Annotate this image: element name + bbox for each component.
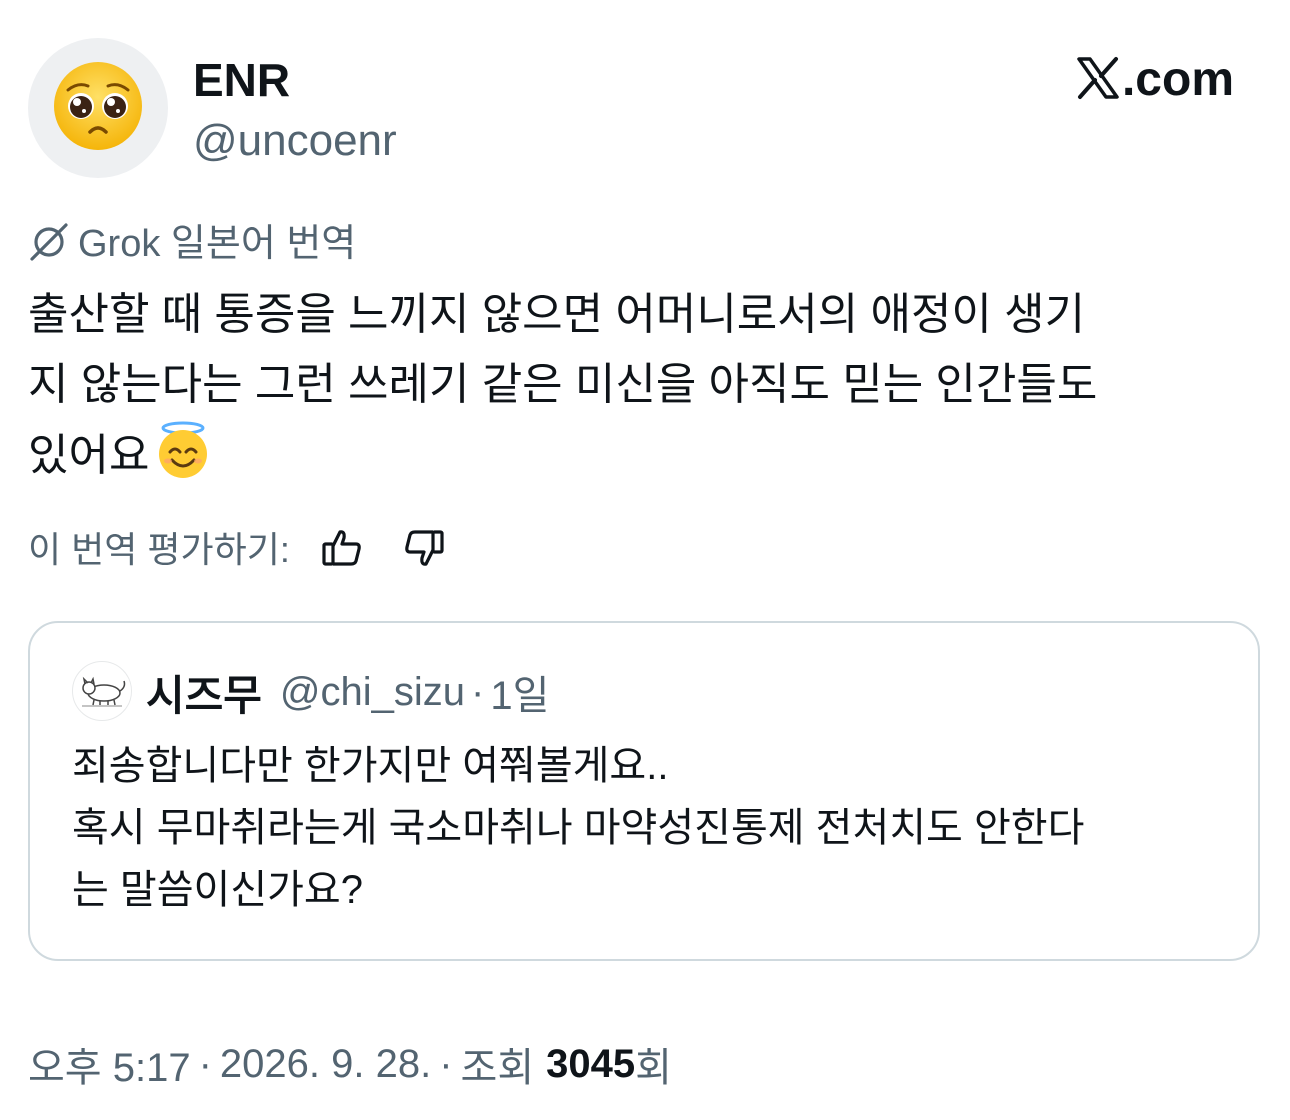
smiling-face-with-halo-emoji-icon xyxy=(153,420,213,501)
views-count: 3045 xyxy=(546,1041,636,1086)
quote-text: 죄송합니다만 한가지만 여쭤볼게요.. 혹시 무마취라는게 국소마취나 마약성진… xyxy=(72,744,1085,912)
quote-author-handle[interactable]: @chi_sizu xyxy=(280,670,465,715)
meta-separator: · xyxy=(198,1041,212,1086)
grok-translation-header: Grok 일본어 번역 xyxy=(28,218,356,270)
x-com-brand: .com xyxy=(1076,52,1234,108)
thumbs-up-icon xyxy=(320,526,364,575)
tweet-date[interactable]: 2026. 9. 28. xyxy=(220,1042,431,1087)
translation-label: Grok 일본어 번역 xyxy=(78,223,357,265)
author-display-name[interactable]: ENR xyxy=(193,52,290,108)
tweet-time[interactable]: 오후 5:17 xyxy=(28,1035,191,1093)
quote-author-avatar[interactable] xyxy=(72,661,132,721)
grok-icon xyxy=(28,221,70,268)
meta-separator: · xyxy=(439,1041,453,1086)
x-com-text: .com xyxy=(1121,53,1234,106)
cat-drawing-avatar-icon xyxy=(76,663,128,720)
quote-author-name[interactable]: 시즈무 xyxy=(146,662,262,723)
author-handle[interactable]: @uncoenr xyxy=(193,114,397,168)
tweet-body: 출산할 때 통증을 느끼지 않으면 어머니로서의 애정이 생기 지 않는다는 그… xyxy=(28,280,1258,501)
quote-timestamp[interactable]: 1일 xyxy=(490,663,549,721)
rate-translation-row: 이 번역 평가하기: xyxy=(28,524,480,576)
rate-translation-label: 이 번역 평가하기: xyxy=(28,529,290,570)
pleading-face-emoji-icon xyxy=(52,60,144,157)
quoted-tweet-card[interactable]: 시즈무 @chi_sizu · 1일 죄송합니다만 한가지만 여쭤볼게요.. 혹… xyxy=(28,621,1260,961)
quote-separator: · xyxy=(471,669,485,714)
views-label: 조회 xyxy=(460,1046,535,1090)
views-suffix: 회 xyxy=(635,1046,672,1090)
x-logo-icon xyxy=(1076,56,1120,105)
tweet-meta: 오후 5:17 · 2026. 9. 28. · 조회 3045 회 xyxy=(28,1036,672,1092)
thumbs-up-button[interactable] xyxy=(316,524,368,576)
quote-header: 시즈무 @chi_sizu · 1일 xyxy=(146,665,549,719)
thumbs-down-icon xyxy=(402,526,446,575)
author-avatar[interactable] xyxy=(28,38,168,178)
thumbs-down-button[interactable] xyxy=(398,524,450,576)
